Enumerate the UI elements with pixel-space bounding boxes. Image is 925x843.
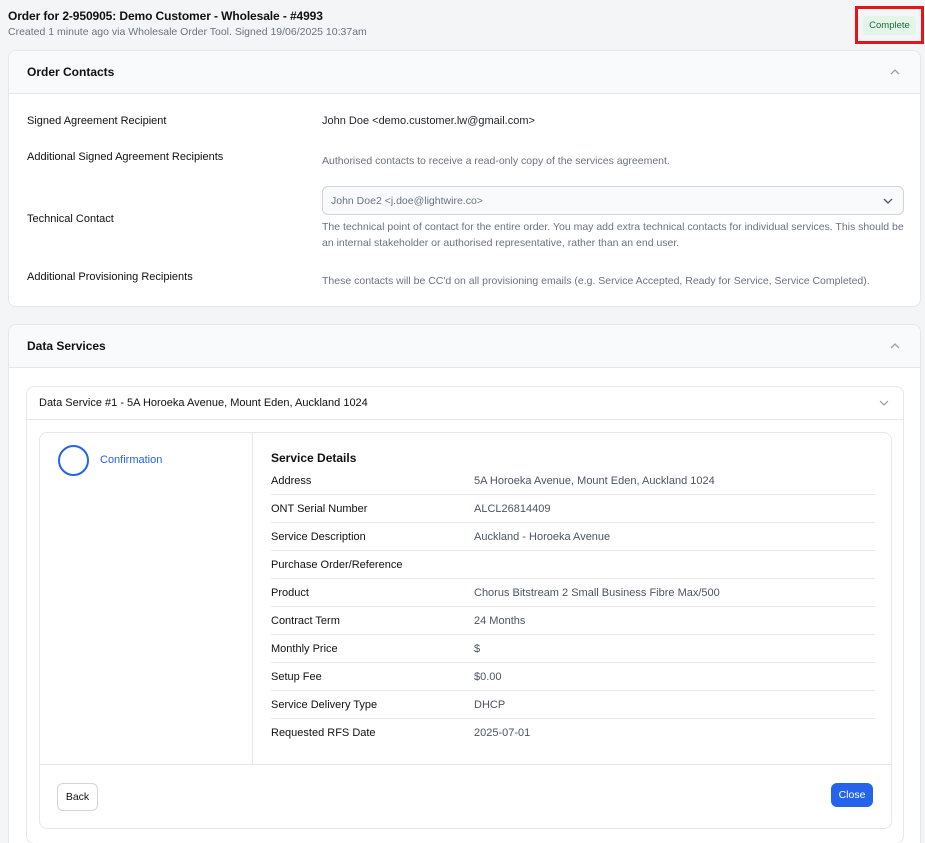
detail-label: Requested RFS Date — [271, 727, 376, 739]
detail-label: Purchase Order/Reference — [271, 558, 403, 571]
table-row: Setup Fee $0.00 — [271, 663, 875, 691]
chevron-down-icon — [883, 198, 893, 204]
technical-contact-hint: The technical point of contact for the e… — [322, 219, 904, 251]
order-contacts-title: Order Contacts — [27, 65, 115, 79]
service-details-table: Address 5A Horoeka Avenue, Mount Eden, Au… — [271, 467, 875, 747]
status-highlight: Complete — [855, 6, 924, 44]
chevron-down-icon[interactable] — [877, 396, 891, 410]
signed-recipient-value: John Doe <demo.customer.lw@gmail.com> — [322, 115, 535, 127]
data-service-panel: Data Service #1 - 5A Horoeka Avenue, Mou… — [26, 386, 904, 843]
detail-value: ALCL26814409 — [474, 502, 551, 515]
provisioning-recipients-label: Additional Provisioning Recipients — [27, 271, 193, 283]
detail-value: 5A Horoeka Avenue, Mount Eden, Auckland … — [474, 474, 715, 487]
order-contacts-header[interactable]: Order Contacts — [9, 51, 920, 94]
detail-value: Auckland - Horoeka Avenue — [474, 530, 611, 543]
wizard-footer: Back Close — [40, 764, 891, 828]
detail-value: DHCP — [474, 698, 506, 711]
detail-label: Setup Fee — [271, 670, 322, 683]
detail-value: $ — [474, 642, 481, 655]
table-row: Service Description Auckland - Horoeka Av… — [271, 523, 875, 551]
step-circle-icon — [58, 445, 89, 476]
table-row: Contract Term 24 Months — [271, 607, 875, 635]
chevron-up-icon[interactable] — [888, 65, 902, 79]
technical-contact-select[interactable]: John Doe2 <j.doe@lightwire.co> — [322, 186, 904, 215]
detail-value: $0.00 — [474, 670, 502, 683]
data-services-card: Data Services Data Service #1 - 5A Horoe… — [8, 324, 921, 843]
chevron-up-icon[interactable] — [888, 339, 902, 353]
detail-label: Product — [271, 586, 309, 599]
detail-label: Monthly Price — [271, 642, 338, 655]
service-details-title: Service Details — [271, 451, 357, 465]
provisioning-recipients-hint: These contacts will be CC'd on all provi… — [322, 275, 870, 287]
detail-value: 24 Months — [474, 614, 526, 627]
wizard-steps: Confirmation — [40, 433, 253, 764]
detail-label: ONT Serial Number — [271, 502, 368, 515]
detail-value: 2025-07-01 — [474, 727, 531, 739]
detail-label: Service Delivery Type — [271, 698, 378, 711]
technical-contact-label: Technical Contact — [27, 213, 114, 225]
technical-contact-value: John Doe2 <j.doe@lightwire.co> — [331, 194, 483, 207]
technical-hint-line-2: an internal stakeholder or authorised re… — [322, 237, 680, 249]
table-row: Product Chorus Bitstream 2 Small Business… — [271, 579, 875, 607]
close-button[interactable]: Close — [831, 783, 873, 807]
detail-label: Service Description — [271, 530, 366, 543]
detail-label: Address — [271, 474, 312, 487]
table-row: ONT Serial Number ALCL26814409 — [271, 495, 875, 523]
service-wizard: Confirmation Service Details Address 5A H… — [39, 432, 892, 829]
table-row: Monthly Price $ — [271, 635, 875, 663]
status-badge: Complete — [863, 15, 916, 35]
page-title: Order for 2-950905: Demo Customer - Whol… — [8, 9, 323, 23]
order-contacts-card: Order Contacts Signed Agreement Recipien… — [8, 50, 921, 307]
step-confirmation[interactable]: Confirmation — [100, 454, 162, 466]
data-services-header[interactable]: Data Services — [9, 325, 920, 368]
additional-signed-hint: Authorised contacts to receive a read-on… — [322, 155, 670, 167]
service-details: Service Details Address 5A Horoeka Avenue… — [271, 451, 875, 747]
page-header: Order for 2-950905: Demo Customer - Whol… — [0, 0, 925, 48]
signed-recipient-label: Signed Agreement Recipient — [27, 115, 167, 127]
additional-signed-label: Additional Signed Agreement Recipients — [27, 151, 224, 163]
table-row: Address 5A Horoeka Avenue, Mount Eden, Au… — [271, 467, 875, 495]
detail-label: Contract Term — [271, 614, 340, 627]
data-service-title: Data Service #1 - 5A Horoeka Avenue, Mou… — [39, 397, 368, 409]
page-subtitle: Created 1 minute ago via Wholesale Order… — [8, 26, 367, 38]
detail-value: Chorus Bitstream 2 Small Business Fibre … — [474, 586, 720, 599]
back-button[interactable]: Back — [57, 783, 98, 811]
data-services-title: Data Services — [27, 339, 106, 353]
table-row: Service Delivery Type DHCP — [271, 691, 875, 719]
technical-hint-line-1: The technical point of contact for the e… — [322, 221, 904, 233]
table-row: Purchase Order/Reference — [271, 551, 875, 579]
table-row: Requested RFS Date 2025-07-01 — [271, 719, 875, 747]
data-service-header[interactable]: Data Service #1 - 5A Horoeka Avenue, Mou… — [27, 387, 903, 420]
